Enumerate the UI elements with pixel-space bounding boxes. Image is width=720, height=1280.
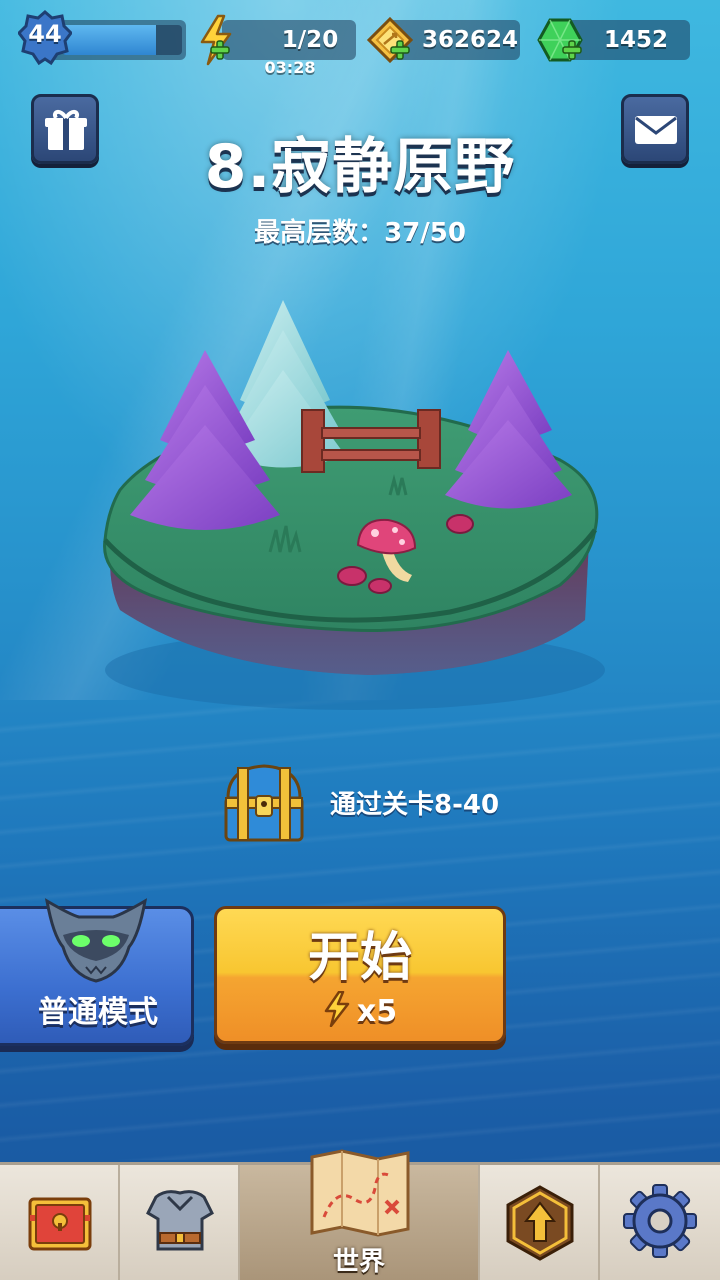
gems-count: 1452 xyxy=(603,27,668,53)
start-cost: x5 xyxy=(217,990,503,1029)
world-map-icon xyxy=(310,1149,410,1237)
best-floors: 最高层数：37/50 xyxy=(254,218,466,248)
reward-chest-icon xyxy=(224,764,304,842)
island-illustration xyxy=(103,300,605,710)
add-coins-icon[interactable] xyxy=(390,40,410,60)
settings-gear-icon xyxy=(623,1184,697,1258)
reward-condition: 通过关卡8-40 xyxy=(330,790,500,820)
stage-title: 8.寂静原野 xyxy=(204,132,516,202)
normal-mode-button[interactable]: 普通模式 xyxy=(0,898,194,1046)
nav-tab-world-label: 世界 xyxy=(332,1247,385,1277)
coins-count: 362624 xyxy=(421,27,519,53)
energy-cost-icon xyxy=(324,990,350,1028)
start-button[interactable]: 开始 x5 xyxy=(214,906,506,1044)
demon-mask-icon xyxy=(44,898,148,983)
shop-chest-icon xyxy=(28,1197,92,1251)
mode-label: 普通模式 xyxy=(38,995,158,1030)
nav-tab-world[interactable]: 世界 xyxy=(240,1149,480,1280)
start-cost-value: x5 xyxy=(356,994,398,1029)
nav-tab-shop[interactable] xyxy=(0,1165,120,1280)
energy-timer: 03:28 xyxy=(264,58,316,77)
player-level-badge[interactable]: 44 xyxy=(17,10,73,68)
add-energy-icon[interactable] xyxy=(210,40,230,60)
nav-tab-upgrade[interactable] xyxy=(480,1165,600,1280)
nav-tab-settings[interactable] xyxy=(600,1165,720,1280)
energy-count: 1/20 xyxy=(281,27,339,53)
xp-progress-bar xyxy=(62,25,182,55)
upgrade-arrow-icon xyxy=(506,1185,574,1261)
player-level: 44 xyxy=(28,20,62,48)
nav-tab-equipment[interactable] xyxy=(120,1165,240,1280)
armor-icon xyxy=(146,1190,214,1251)
xp-progress-fill xyxy=(62,25,156,55)
energy-pill[interactable]: 1/20 xyxy=(222,20,356,60)
start-label: 开始 xyxy=(307,928,412,988)
bottom-nav: 世界 xyxy=(0,1149,720,1280)
add-gems-icon[interactable] xyxy=(562,40,582,60)
